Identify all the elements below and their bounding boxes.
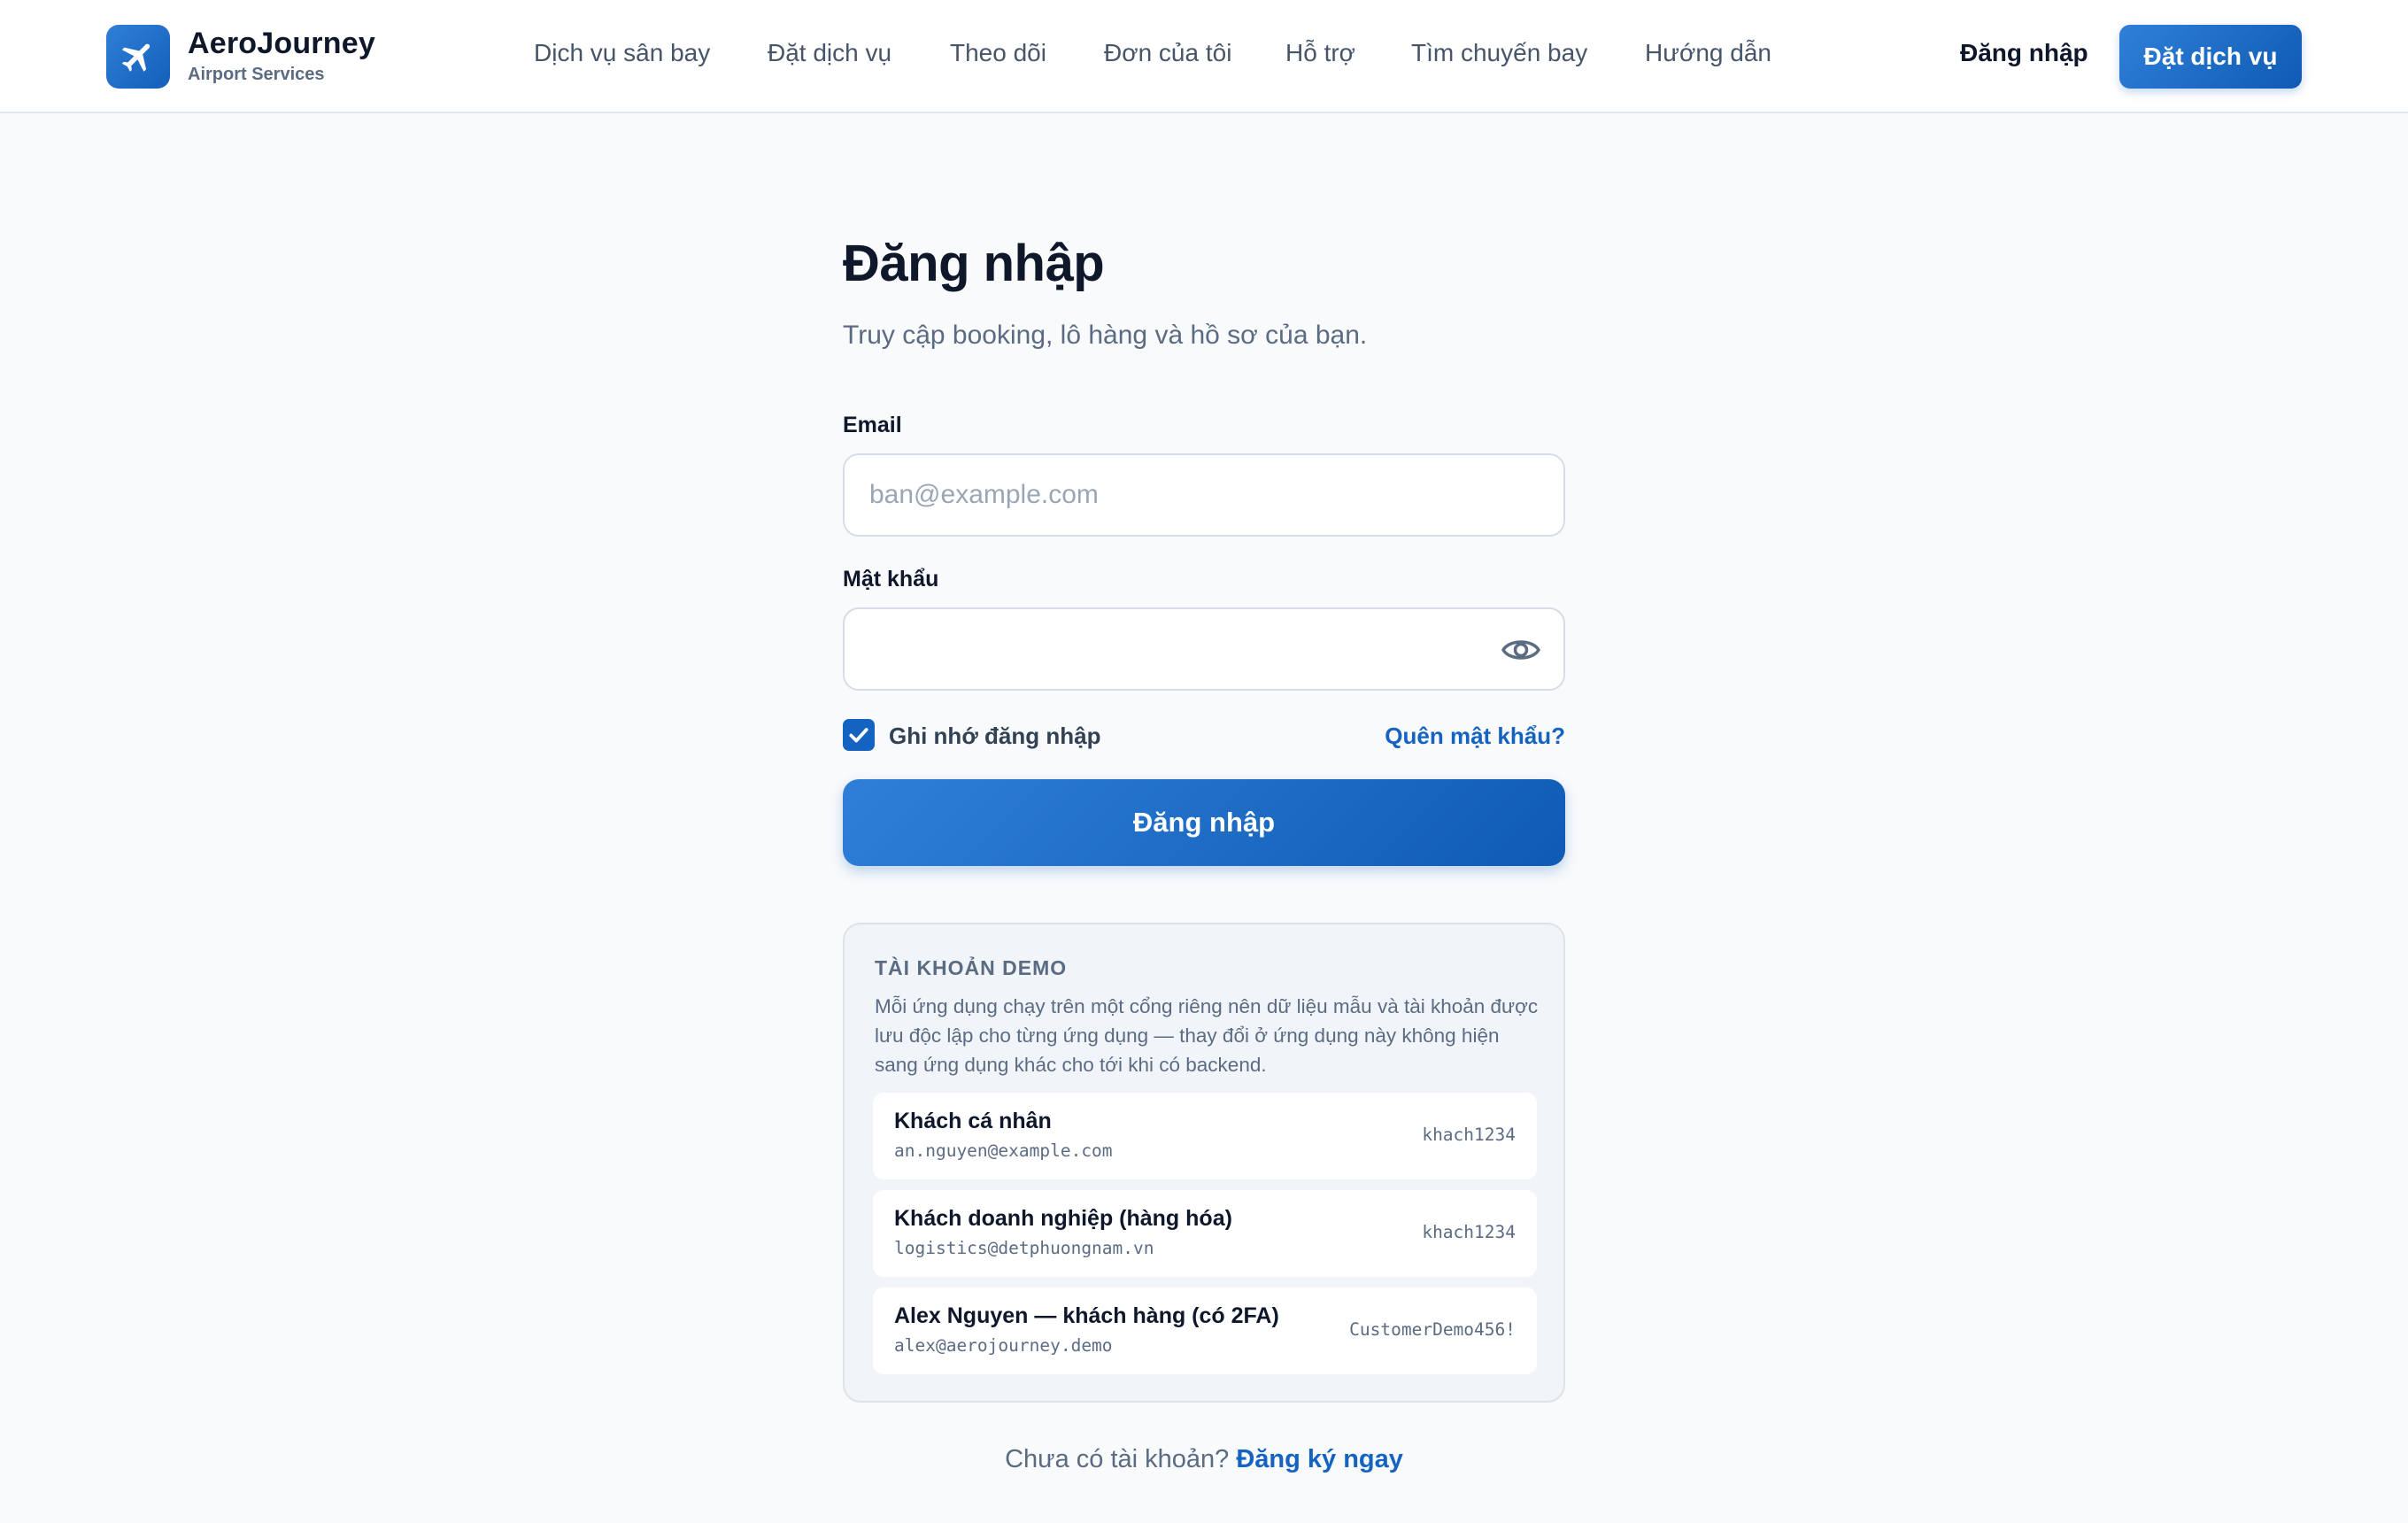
demo-account-email: alex@aerojourney.demo: [894, 1335, 1113, 1356]
demo-accounts-title: TÀI KHOẢN DEMO: [875, 956, 1068, 979]
password-field-wrapper: [843, 607, 1565, 691]
demo-account-password: CustomerDemo456!: [1349, 1319, 1516, 1340]
demo-account-name: Khách cá nhân: [894, 1109, 1052, 1133]
nav-guide[interactable]: Hướng dẫn: [1645, 39, 1771, 67]
email-field-wrapper: [843, 453, 1565, 537]
demo-account-name: Alex Nguyen — khách hàng (có 2FA): [894, 1303, 1279, 1328]
demo-account-password: khach1234: [1422, 1125, 1516, 1145]
demo-account-card[interactable]: Alex Nguyen — khách hàng (có 2FA) alex@a…: [873, 1287, 1537, 1374]
checkmark-icon: [849, 728, 868, 743]
password-label: Mật khẩu: [843, 567, 939, 591]
header-book-button[interactable]: Đặt dịch vụ: [2119, 25, 2302, 89]
eye-icon: [1501, 640, 1540, 660]
demo-account-password: khach1234: [1422, 1222, 1516, 1242]
nav-find-flight[interactable]: Tìm chuyến bay: [1411, 39, 1587, 67]
show-password-toggle[interactable]: [1501, 632, 1540, 668]
signup-prompt-row: Chưa có tài khoản? Đăng ký ngay: [843, 1445, 1565, 1474]
brand-name[interactable]: AeroJourney: [188, 27, 375, 61]
remember-label[interactable]: Ghi nhớ đăng nhập: [889, 723, 1100, 750]
nav-my-orders[interactable]: Đơn của tôi: [1104, 39, 1231, 67]
nav-book-service[interactable]: Đặt dịch vụ: [768, 39, 891, 67]
remember-row: Ghi nhớ đăng nhập Quên mật khẩu?: [843, 717, 1565, 753]
demo-accounts-panel: TÀI KHOẢN DEMO Mỗi ứng dụng chạy trên mộ…: [843, 923, 1565, 1403]
demo-accounts-description: Mỗi ứng dụng chạy trên một cổng riêng nê…: [875, 995, 1539, 1076]
email-input[interactable]: [869, 455, 1507, 535]
password-input[interactable]: [869, 609, 1507, 689]
remember-checkbox[interactable]: [843, 719, 875, 751]
brand-subtitle: Airport Services: [188, 65, 325, 84]
header-login-link[interactable]: Đăng nhập: [1960, 39, 2088, 67]
nav-airport-services[interactable]: Dịch vụ sân bay: [534, 39, 710, 67]
airplane-icon: [121, 43, 150, 72]
login-submit-button[interactable]: Đăng nhập: [843, 779, 1565, 866]
demo-account-card[interactable]: Khách doanh nghiệp (hàng hóa) logistics@…: [873, 1190, 1537, 1277]
demo-account-name: Khách doanh nghiệp (hàng hóa): [894, 1206, 1232, 1231]
signup-prompt-text: Chưa có tài khoản?: [1005, 1445, 1237, 1473]
demo-account-email: logistics@detphuongnam.vn: [894, 1238, 1154, 1258]
nav-tracking[interactable]: Theo dõi: [950, 39, 1046, 67]
forgot-password-link[interactable]: Quên mật khẩu?: [1385, 723, 1565, 750]
email-label: Email: [843, 413, 902, 437]
signup-link[interactable]: Đăng ký ngay: [1236, 1445, 1403, 1473]
nav-support[interactable]: Hỗ trợ: [1285, 39, 1355, 67]
demo-account-email: an.nguyen@example.com: [894, 1140, 1113, 1161]
top-navbar: AeroJourney Airport Services Dịch vụ sân…: [0, 0, 2408, 113]
page-title: Đăng nhập: [843, 235, 1105, 292]
brand-logo[interactable]: [106, 25, 170, 89]
page-subtitle: Truy cập booking, lô hàng và hồ sơ của b…: [843, 321, 1368, 350]
demo-account-card[interactable]: Khách cá nhân an.nguyen@example.com khac…: [873, 1093, 1537, 1179]
